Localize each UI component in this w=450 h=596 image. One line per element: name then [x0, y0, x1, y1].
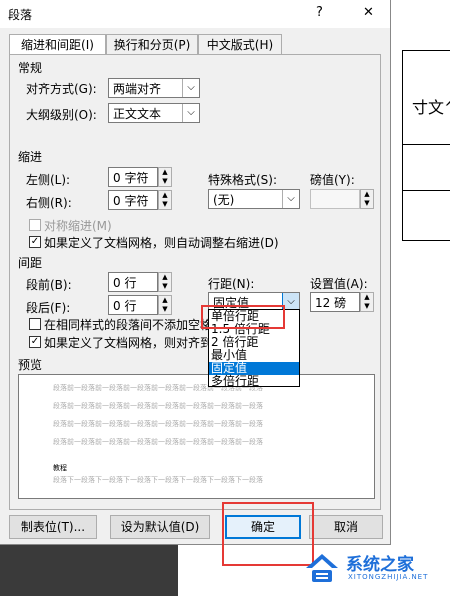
at-spinner[interactable]: ▲ ▼ — [360, 292, 374, 312]
right-indent-input[interactable]: 0 字符 — [108, 190, 158, 210]
no-space-same-style-checkbox[interactable] — [29, 318, 41, 330]
alignment-label: 对齐方式(G): — [26, 82, 97, 96]
section-indent: 缩进 — [18, 150, 43, 164]
preview-next-line: 段落下一段落下一段落下一段落下一段落下一段落下一段落下一段落 — [53, 476, 263, 484]
alignment-select[interactable]: 两端对齐 ⌵ — [108, 78, 200, 98]
tab-line-page-breaks[interactable]: 换行和分页(P) — [106, 34, 198, 54]
watermark-name: 系统之家 — [346, 555, 414, 575]
space-after-input[interactable]: 0 行 — [108, 295, 158, 315]
section-general: 常规 — [18, 61, 43, 75]
space-before-input[interactable]: 0 行 — [108, 272, 158, 292]
at-input[interactable]: 12 磅 — [310, 292, 360, 312]
tab-asian-typography[interactable]: 中文版式(H) — [198, 34, 282, 54]
chevron-down-icon: ⌵ — [182, 104, 199, 122]
preview-current-line: 教程 — [53, 464, 67, 472]
line-spacing-label: 行距(N): — [208, 277, 255, 291]
document-text: 寸文^ — [412, 98, 450, 117]
space-before-label: 段前(B): — [26, 278, 72, 292]
close-icon[interactable]: ✕ — [363, 5, 374, 20]
preview-prev-line: 段落前一段落前一段落前一段落前一段落前一段落前一段落前一段落 — [53, 438, 263, 446]
watermark-url: XITONGZHIJIA.NET — [348, 573, 429, 581]
right-indent-label: 右侧(R): — [26, 196, 72, 210]
title-bar: 段落 ? ✕ — [0, 0, 390, 28]
mirror-indents-label: 对称缩进(M) — [44, 219, 112, 233]
auto-adjust-checkbox[interactable]: ✓ — [29, 236, 41, 248]
tabs-button-label: 制表位(T)... — [20, 520, 86, 534]
logo-icon — [306, 554, 338, 582]
chevron-down-icon: ⌵ — [282, 190, 299, 208]
cancel-label: 取消 — [333, 520, 358, 534]
outline-level-label: 大纲级别(O): — [26, 108, 97, 122]
cancel-button[interactable]: 取消 — [309, 515, 383, 539]
indent-by-input[interactable] — [310, 189, 360, 209]
at-value: 12 磅 — [315, 296, 347, 310]
auto-adjust-label: 如果定义了文档网格，则自动调整右缩进(D) — [44, 236, 279, 250]
tab-label: 缩进和间距(I) — [21, 38, 94, 52]
left-indent-label: 左侧(L): — [26, 173, 71, 187]
left-indent-spinner[interactable]: ▲ ▼ — [158, 167, 172, 187]
line-option-multiple[interactable]: 多倍行距 — [209, 375, 299, 388]
special-indent-value: (无) — [213, 193, 235, 207]
paragraph-dialog: 段落 ? ✕ 缩进和间距(I) 换行和分页(P) 中文版式(H) 常规 对齐方式… — [0, 0, 391, 545]
watermark-logo: 系统之家 XITONGZHIJIA.NET — [298, 542, 450, 596]
section-spacing: 间距 — [18, 256, 43, 270]
special-indent-label: 特殊格式(S): — [208, 173, 278, 187]
set-default-label: 设为默认值(D) — [120, 520, 200, 534]
indent-by-label: 磅值(Y): — [310, 173, 355, 187]
space-after-spinner[interactable]: ▲ ▼ — [158, 295, 172, 315]
tab-label: 中文版式(H) — [206, 38, 274, 52]
no-space-same-style-label: 在相同样式的段落间不添加空格 — [44, 318, 213, 332]
tab-indent-spacing[interactable]: 缩进和间距(I) — [9, 34, 106, 55]
dialog-title: 段落 — [8, 8, 33, 22]
special-indent-select[interactable]: (无) ⌵ — [208, 189, 300, 209]
mirror-indents-checkbox[interactable] — [29, 219, 41, 231]
set-default-button[interactable]: 设为默认值(D) — [110, 515, 210, 539]
document-background: 寸文^ — [390, 0, 450, 596]
indent-by-spinner[interactable]: ▲ ▼ — [360, 189, 374, 209]
space-after-label: 段后(F): — [26, 301, 71, 315]
space-before-value: 0 行 — [113, 276, 137, 290]
right-indent-spinner[interactable]: ▲ ▼ — [158, 190, 172, 210]
outline-level-value: 正文文本 — [113, 107, 162, 121]
snap-to-grid-label: 如果定义了文档网格，则对齐到 — [44, 336, 213, 350]
space-after-value: 0 行 — [113, 299, 137, 313]
outline-level-select[interactable]: 正文文本 ⌵ — [108, 103, 200, 123]
preview-prev-line: 段落前一段落前一段落前一段落前一段落前一段落前一段落前一段落 — [53, 420, 263, 428]
snap-to-grid-checkbox[interactable]: ✓ — [29, 336, 41, 348]
at-label: 设置值(A): — [310, 277, 368, 291]
chevron-down-icon: ⌵ — [182, 79, 199, 97]
left-indent-input[interactable]: 0 字符 — [108, 167, 158, 187]
tabs-button[interactable]: 制表位(T)... — [9, 515, 97, 539]
preview-box: 段落前一段落前一段落前一段落前一段落前一段落前一段落前一段落 段落前一段落前一段… — [18, 374, 375, 499]
left-indent-value: 0 字符 — [113, 171, 149, 185]
preview-prev-line: 段落前一段落前一段落前一段落前一段落前一段落前一段落前一段落 — [53, 402, 263, 410]
section-preview: 预览 — [18, 358, 43, 372]
right-indent-value: 0 字符 — [113, 194, 149, 208]
space-before-spinner[interactable]: ▲ ▼ — [158, 272, 172, 292]
help-button[interactable]: ? — [316, 5, 323, 20]
alignment-value: 两端对齐 — [113, 82, 162, 96]
tab-label: 换行和分页(P) — [113, 38, 191, 52]
highlight-single-option — [201, 305, 285, 329]
